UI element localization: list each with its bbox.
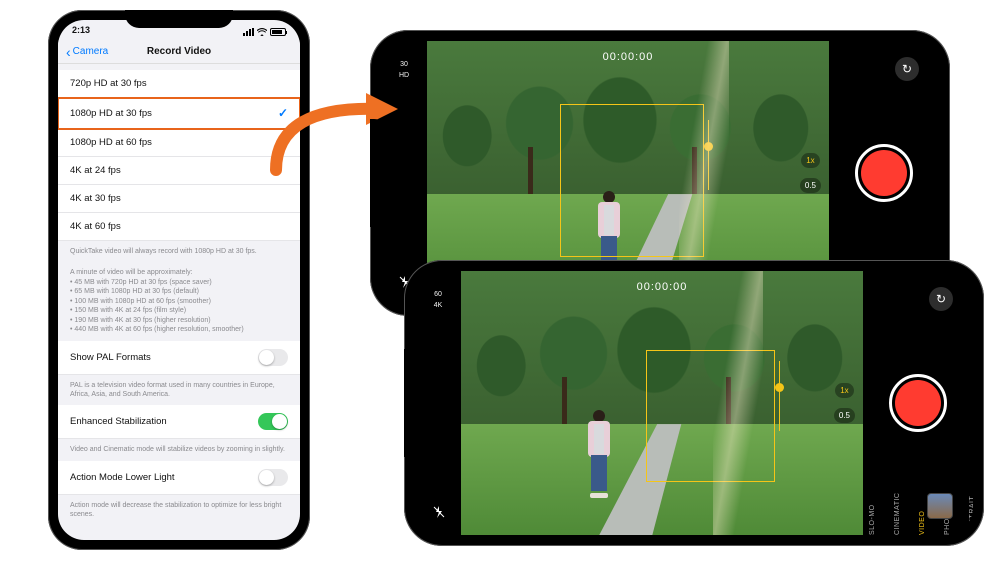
pal-toggle[interactable]	[258, 349, 288, 366]
resolution-badge[interactable]: HD	[399, 72, 409, 79]
zoom-0.5[interactable]: 0.5	[800, 178, 821, 193]
size-note-item: • 150 MB with 4K at 24 fps (film style)	[70, 306, 288, 315]
zoom-0.5[interactable]: 0.5	[834, 408, 855, 423]
flash-button[interactable]	[433, 506, 445, 521]
action-note: Action mode will decrease the stabilizat…	[58, 495, 300, 526]
option-label: 1080p HD at 30 fps	[70, 108, 152, 119]
flip-icon: ↻	[902, 62, 912, 76]
size-note-item: • 190 MB with 4K at 30 fps (higher resol…	[70, 316, 288, 325]
stab-note: Video and Cinematic mode will stabilize …	[58, 439, 300, 460]
setting-label: Show PAL Formats	[70, 352, 151, 363]
size-note-item: • 440 MB with 4K at 60 fps (higher resol…	[70, 325, 288, 334]
resolution-list: 720p HD at 30 fps 1080p HD at 30 fps ✓ 1…	[58, 70, 300, 241]
camera-screen-bottom: 60 4K ‹ 00:00:00	[415, 271, 973, 535]
action-mode-lower-light-row[interactable]: Action Mode Lower Light	[58, 461, 300, 495]
flip-camera-button[interactable]: ↻	[895, 57, 919, 81]
show-pal-formats-row[interactable]: Show PAL Formats	[58, 341, 300, 375]
stabilization-toggle[interactable]	[258, 413, 288, 430]
camera-right-controls: SLO-MO CINEMATIC VIDEO PHOTO PORTRAIT ↻	[863, 271, 973, 535]
option-label: 4K at 30 fps	[70, 193, 121, 204]
option-label: 4K at 24 fps	[70, 165, 121, 176]
back-button[interactable]: ‹ Camera	[66, 44, 108, 60]
resolution-badge[interactable]: 4K	[434, 302, 443, 309]
flash-off-icon	[433, 506, 445, 518]
option-label: 1080p HD at 60 fps	[70, 137, 152, 148]
resolution-option-selected[interactable]: 1080p HD at 30 fps ✓	[58, 98, 300, 129]
fps-badge[interactable]: 30	[400, 61, 408, 68]
resolution-option[interactable]: 4K at 60 fps	[58, 213, 300, 241]
last-photo-thumbnail[interactable]	[927, 493, 953, 519]
resolution-option[interactable]: 1080p HD at 60 fps	[58, 129, 300, 157]
recording-timer: 00:00:00	[603, 51, 654, 63]
setting-label: Action Mode Lower Light	[70, 472, 175, 483]
action-mode-toggle[interactable]	[258, 469, 288, 486]
focus-indicator	[646, 350, 775, 482]
pal-note: PAL is a television video format used in…	[58, 375, 300, 406]
zoom-controls[interactable]: 1x 0.5	[800, 153, 821, 193]
camera-phone-frame-bottom: 60 4K ‹ 00:00:00	[404, 260, 984, 546]
zoom-1x[interactable]: 1x	[835, 383, 853, 398]
camera-viewport[interactable]: 00:00:00 1x 0.5	[461, 271, 863, 535]
camera-modes[interactable]: SLO-MO CINEMATIC VIDEO PHOTO PORTRAIT	[869, 271, 973, 535]
nav-bar: ‹ Camera Record Video	[58, 40, 300, 64]
chevron-left-icon: ‹	[66, 44, 71, 60]
resolution-option[interactable]: 4K at 30 fps	[58, 185, 300, 213]
notch	[404, 349, 422, 457]
mode-slomo[interactable]: SLO-MO	[869, 271, 876, 535]
zoom-controls[interactable]: 1x 0.5	[834, 383, 855, 423]
zoom-1x[interactable]: 1x	[801, 153, 819, 168]
fps-badge[interactable]: 60	[434, 291, 442, 298]
status-icons	[243, 25, 286, 38]
size-notes: A minute of video will be approximately:…	[58, 262, 300, 340]
size-note-item: • 100 MB with 1080p HD at 60 fps (smooth…	[70, 297, 288, 306]
notch	[125, 10, 233, 28]
settings-phone-frame: 2:13 ‹ Camera Record Video 720p HD at 30…	[48, 10, 310, 550]
size-note-header: A minute of video will be approximately:	[70, 268, 288, 277]
setting-label: Enhanced Stabilization	[70, 416, 167, 427]
mode-video[interactable]: VIDEO	[919, 271, 926, 535]
enhanced-stabilization-row[interactable]: Enhanced Stabilization	[58, 405, 300, 439]
settings-screen: 2:13 ‹ Camera Record Video 720p HD at 30…	[58, 20, 300, 540]
battery-icon	[270, 28, 286, 36]
focus-indicator	[560, 104, 705, 257]
wifi-icon	[257, 28, 267, 36]
size-note-item: • 45 MB with 720p HD at 30 fps (space sa…	[70, 278, 288, 287]
size-note-item: • 65 MB with 1080p HD at 30 fps (default…	[70, 287, 288, 296]
option-label: 720p HD at 30 fps	[70, 78, 147, 89]
mode-portrait[interactable]: PORTRAIT	[969, 271, 973, 535]
resolution-option[interactable]: 720p HD at 30 fps	[58, 70, 300, 98]
back-label: Camera	[73, 46, 109, 57]
recording-timer: 00:00:00	[637, 281, 688, 293]
resolution-option[interactable]: 4K at 24 fps	[58, 157, 300, 185]
exposure-slider[interactable]	[708, 120, 709, 190]
mode-cinematic[interactable]: CINEMATIC	[894, 271, 901, 535]
quicktake-note: QuickTake video will always record with …	[58, 241, 300, 262]
notch	[370, 119, 388, 227]
exposure-slider[interactable]	[779, 361, 780, 431]
option-label: 4K at 60 fps	[70, 221, 121, 232]
page-title: Record Video	[147, 46, 211, 57]
cellular-icon	[243, 28, 254, 36]
flip-camera-button[interactable]: ↻	[929, 287, 953, 311]
flip-icon: ↻	[936, 292, 946, 306]
subject	[582, 410, 616, 498]
clock: 2:13	[72, 25, 90, 38]
